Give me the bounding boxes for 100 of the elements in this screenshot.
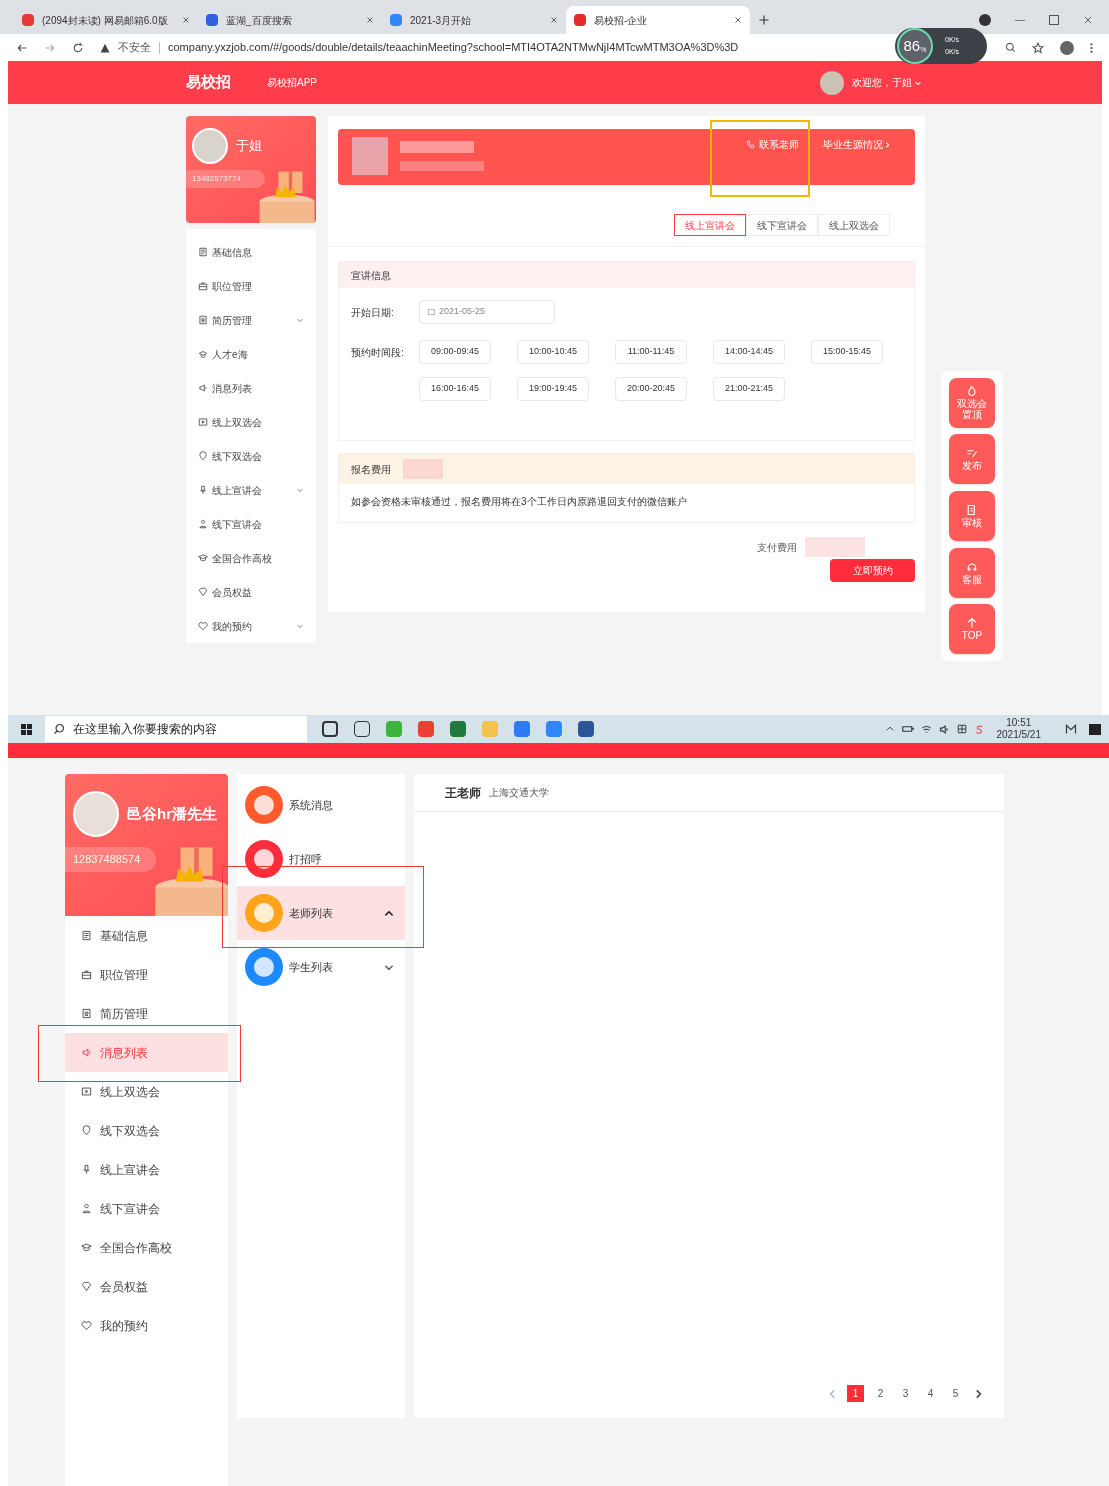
menu-item[interactable]: 线上宣讲会 [186, 473, 316, 507]
close-icon[interactable] [182, 16, 190, 24]
reload-icon[interactable] [72, 41, 84, 54]
task-view-icon[interactable] [322, 721, 338, 737]
play-icon [198, 417, 208, 427]
menu-item[interactable]: 人才e海 [186, 337, 316, 371]
restore-icon[interactable] [1049, 15, 1059, 25]
calendar-icon [428, 309, 435, 315]
time-slot-button[interactable]: 20:00-20:45 [615, 377, 687, 401]
browser-tab[interactable]: 2021-3月开始 [382, 6, 566, 34]
document-icon[interactable] [578, 721, 594, 737]
new-tab-icon[interactable] [758, 14, 770, 26]
page-button[interactable]: 1 [847, 1385, 864, 1402]
reserve-button[interactable]: 立即预约 [830, 559, 915, 582]
browser-tab[interactable]: 易校招-企业 [566, 6, 750, 34]
account-icon[interactable] [1060, 40, 1074, 55]
close-icon[interactable] [550, 16, 558, 24]
menu-item[interactable]: 简历管理 [186, 303, 316, 337]
menu-item[interactable]: 我的预约 [186, 609, 316, 643]
tab-title: 2021-3月开始 [410, 13, 473, 28]
taskbar-search-field[interactable]: 在这里输入你要搜索的内容 [45, 716, 307, 742]
tab[interactable]: 线上宣讲会 [674, 214, 746, 236]
battery-icon[interactable] [901, 723, 914, 735]
tab[interactable]: 线下宣讲会 [746, 214, 818, 236]
section-title: 报名费用 [351, 462, 391, 477]
menu-item[interactable]: 线上双选会 [65, 1072, 228, 1111]
chevron-up-icon[interactable] [884, 724, 895, 734]
menu-item[interactable]: 线上双选会 [186, 405, 316, 439]
date-field[interactable]: 2021-05-25 [419, 300, 555, 324]
menu-item[interactable]: 消息列表 [186, 371, 316, 405]
profile-name: 于姐 [236, 137, 262, 156]
menu-item[interactable]: 全国合作高校 [186, 541, 316, 575]
timeline-icon[interactable] [354, 721, 370, 737]
search-icon[interactable] [1005, 42, 1016, 53]
diamond-icon [198, 587, 208, 597]
category-item[interactable]: 系统消息 [237, 778, 405, 832]
clipboard-icon [966, 503, 978, 516]
minimize-icon[interactable] [1015, 19, 1025, 21]
time-slot-button[interactable]: 16:00-16:45 [419, 377, 491, 401]
spreadsheet-icon[interactable] [450, 721, 466, 737]
page-button[interactable]: 4 [922, 1385, 939, 1402]
contact-name: 王老师 [445, 784, 481, 802]
phone-icon [746, 140, 755, 149]
warning-icon [100, 42, 110, 53]
category-item[interactable]: 老师列表 [237, 886, 405, 940]
menu-item[interactable]: 线下宣讲会 [65, 1189, 228, 1228]
profile-menu-icon[interactable] [979, 14, 991, 26]
time-slot-button[interactable]: 15:00-15:45 [811, 340, 883, 364]
profile-phone: 13482573774 [186, 170, 265, 188]
location-pin-icon [81, 1125, 92, 1136]
widget-icon[interactable] [1065, 723, 1077, 735]
browser-tab[interactable]: 蓝湖_百度搜索 [198, 6, 382, 34]
briefcase-icon [198, 281, 208, 291]
time-slot-button[interactable]: 21:00-21:45 [713, 377, 785, 401]
menu-item[interactable]: 会员权益 [186, 575, 316, 609]
menu-item[interactable]: 职位管理 [186, 269, 316, 303]
menu-item[interactable]: 线下双选会 [65, 1111, 228, 1150]
menu-item[interactable]: 会员权益 [65, 1267, 228, 1306]
menu-item[interactable]: 线下双选会 [186, 439, 316, 473]
menu-item[interactable]: 全国合作高校 [65, 1228, 228, 1267]
close-icon[interactable] [366, 16, 374, 24]
address-field[interactable]: 不安全 company.yxzjob.com/#/goods/double/details/teaachinMeeting?school=MTI4OTA2NTMwNjI4MTcwMTM3OA%3D%3D [100, 36, 799, 59]
security-label: 不安全 [118, 40, 151, 56]
speaker-icon[interactable] [938, 723, 950, 735]
time-slot-button[interactable]: 09:00-09:45 [419, 340, 491, 364]
time-slot-button[interactable]: 10:00-10:45 [517, 340, 589, 364]
microphone-icon [81, 1164, 92, 1175]
file-icon [198, 315, 208, 325]
contact-school: 上海交通大学 [489, 786, 549, 800]
menu-item[interactable]: 基础信息 [65, 916, 228, 955]
page-button[interactable]: 5 [947, 1385, 964, 1402]
more-icon[interactable] [1090, 41, 1093, 54]
close-icon[interactable] [1083, 15, 1093, 25]
speaker-icon [81, 1047, 92, 1058]
star-icon[interactable] [1032, 41, 1044, 54]
browser-tab[interactable]: (2094封未读) 网易邮箱6.0版 [14, 6, 198, 34]
briefcase-icon [81, 969, 92, 980]
menu-item[interactable]: 职位管理 [65, 955, 228, 994]
category-item[interactable]: 学生列表 [237, 940, 405, 994]
page-button[interactable]: 3 [897, 1385, 914, 1402]
time-slot-button[interactable]: 11:00-11:45 [615, 340, 687, 364]
menu-item[interactable]: 我的预约 [65, 1306, 228, 1345]
time-slot-button[interactable]: 14:00-14:45 [713, 340, 785, 364]
menu-item[interactable]: 简历管理 [65, 994, 228, 1033]
menu-item[interactable]: 线下宣讲会 [186, 507, 316, 541]
category-item[interactable]: 打招呼 [237, 832, 405, 886]
windows-logo-icon[interactable] [21, 723, 32, 735]
refund-note: 如参会资格未审核通过，报名费用将在3个工作日内原路退回支付的微信账户 [350, 495, 688, 509]
time-slot-button[interactable]: 19:00-19:45 [517, 377, 589, 401]
menu-item[interactable]: 基础信息 [186, 235, 316, 269]
microphone-icon [198, 485, 208, 495]
avatar [192, 128, 228, 164]
notification-icon[interactable] [1089, 723, 1101, 735]
tab[interactable]: 线上双选会 [818, 214, 890, 236]
grid-icon[interactable] [956, 724, 967, 734]
ime-icon[interactable] [973, 723, 985, 735]
page-button[interactable]: 2 [872, 1385, 889, 1402]
wifi-icon[interactable] [920, 723, 932, 735]
close-icon[interactable] [734, 16, 742, 24]
menu-item[interactable]: 线上宣讲会 [65, 1150, 228, 1189]
